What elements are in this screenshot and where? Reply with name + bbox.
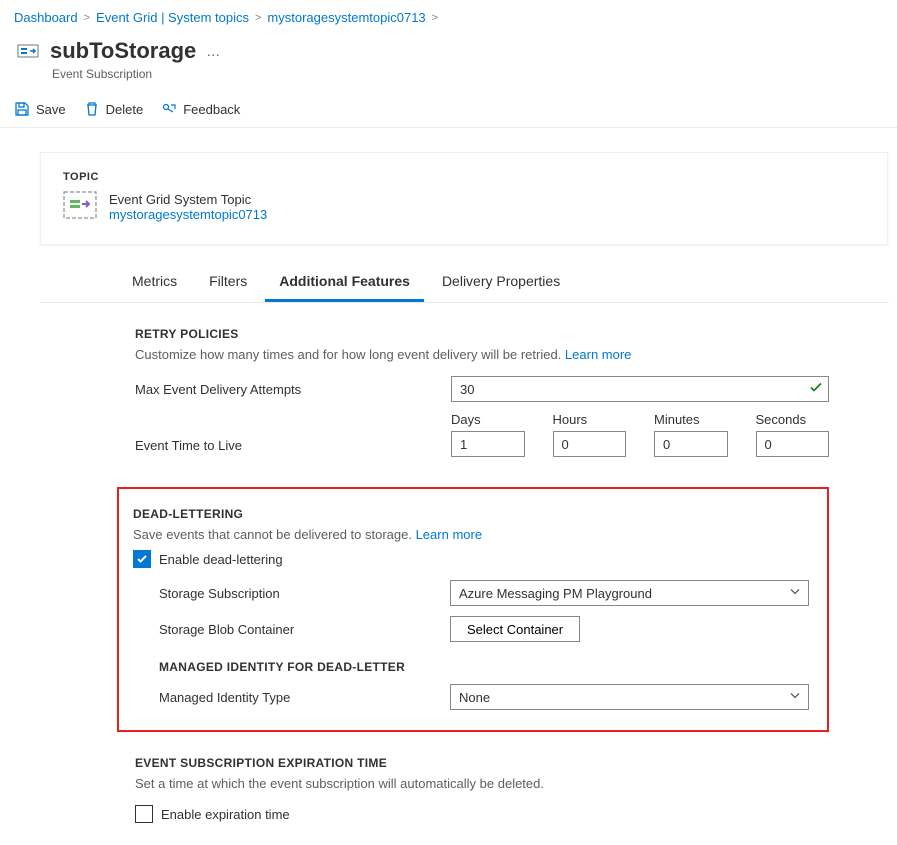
storage-subscription-label: Storage Subscription [159,586,434,601]
feedback-button[interactable]: Feedback [161,101,240,117]
breadcrumb-dashboard[interactable]: Dashboard [14,10,78,25]
event-grid-topic-icon [63,191,97,222]
breadcrumb-topic[interactable]: mystoragesystemtopic0713 [267,10,425,25]
enable-dead-lettering-checkbox[interactable] [133,550,151,568]
event-subscription-icon [14,37,42,65]
retry-policies-heading: RETRY POLICIES [135,327,829,341]
breadcrumb-event-grid[interactable]: Event Grid | System topics [96,10,249,25]
save-button[interactable]: Save [14,101,66,117]
topic-name-link[interactable]: mystoragesystemtopic0713 [109,207,267,222]
chevron-right-icon: > [255,12,261,24]
ttl-days-input[interactable] [451,431,525,457]
ttl-hours-label: Hours [553,412,627,427]
valid-check-icon [809,381,823,398]
delete-label: Delete [106,102,144,117]
retry-policies-desc: Customize how many times and for how lon… [135,347,829,362]
ttl-days-label: Days [451,412,525,427]
page-header: subToStorage … [0,33,897,67]
tab-delivery-properties[interactable]: Delivery Properties [428,263,574,302]
select-container-button[interactable]: Select Container [450,616,580,642]
expiration-desc: Set a time at which the event subscripti… [135,776,829,791]
dead-lettering-heading: DEAD-LETTERING [133,507,809,521]
topic-label: TOPIC [63,171,865,183]
max-attempts-label: Max Event Delivery Attempts [135,382,435,397]
ttl-seconds-label: Seconds [756,412,830,427]
tabs: Metrics Filters Additional Features Deli… [40,263,889,303]
breadcrumb: Dashboard > Event Grid | System topics >… [0,0,897,33]
topic-type: Event Grid System Topic [109,192,267,207]
ttl-hours-input[interactable] [553,431,627,457]
dead-lettering-highlight: DEAD-LETTERING Save events that cannot b… [117,487,829,732]
managed-identity-type-select[interactable] [450,684,809,710]
managed-identity-type-label: Managed Identity Type [159,690,434,705]
ttl-minutes-label: Minutes [654,412,728,427]
topic-card: TOPIC Event Grid System Topic mystorages… [40,152,888,245]
enable-expiration-checkbox[interactable] [135,805,153,823]
dead-lettering-desc: Save events that cannot be delivered to … [133,527,809,542]
storage-blob-container-label: Storage Blob Container [159,622,434,637]
save-label: Save [36,102,66,117]
page-subtitle: Event Subscription [0,67,897,91]
retry-desc-text: Customize how many times and for how lon… [135,347,565,362]
enable-expiration-label: Enable expiration time [161,807,290,822]
enable-dead-lettering-label: Enable dead-lettering [159,552,283,567]
dead-desc-text: Save events that cannot be delivered to … [133,527,416,542]
page-title: subToStorage [50,38,196,64]
feedback-label: Feedback [183,102,240,117]
chevron-right-icon: > [432,12,438,24]
tab-metrics[interactable]: Metrics [118,263,191,302]
save-icon [14,101,30,117]
retry-learn-more-link[interactable]: Learn more [565,347,631,362]
ttl-seconds-input[interactable] [756,431,830,457]
delete-icon [84,101,100,117]
delete-button[interactable]: Delete [84,101,144,117]
chevron-right-icon: > [84,12,90,24]
feedback-icon [161,101,177,117]
ttl-minutes-input[interactable] [654,431,728,457]
managed-identity-heading: MANAGED IDENTITY FOR DEAD-LETTER [159,660,809,674]
expiration-heading: EVENT SUBSCRIPTION EXPIRATION TIME [135,756,829,770]
storage-subscription-select[interactable] [450,580,809,606]
tab-additional-features[interactable]: Additional Features [265,263,424,302]
tab-filters[interactable]: Filters [195,263,261,302]
toolbar: Save Delete Feedback [0,91,897,128]
more-actions-button[interactable]: … [206,43,221,59]
ttl-label: Event Time to Live [135,438,435,457]
dead-learn-more-link[interactable]: Learn more [416,527,482,542]
max-attempts-input[interactable] [451,376,829,402]
